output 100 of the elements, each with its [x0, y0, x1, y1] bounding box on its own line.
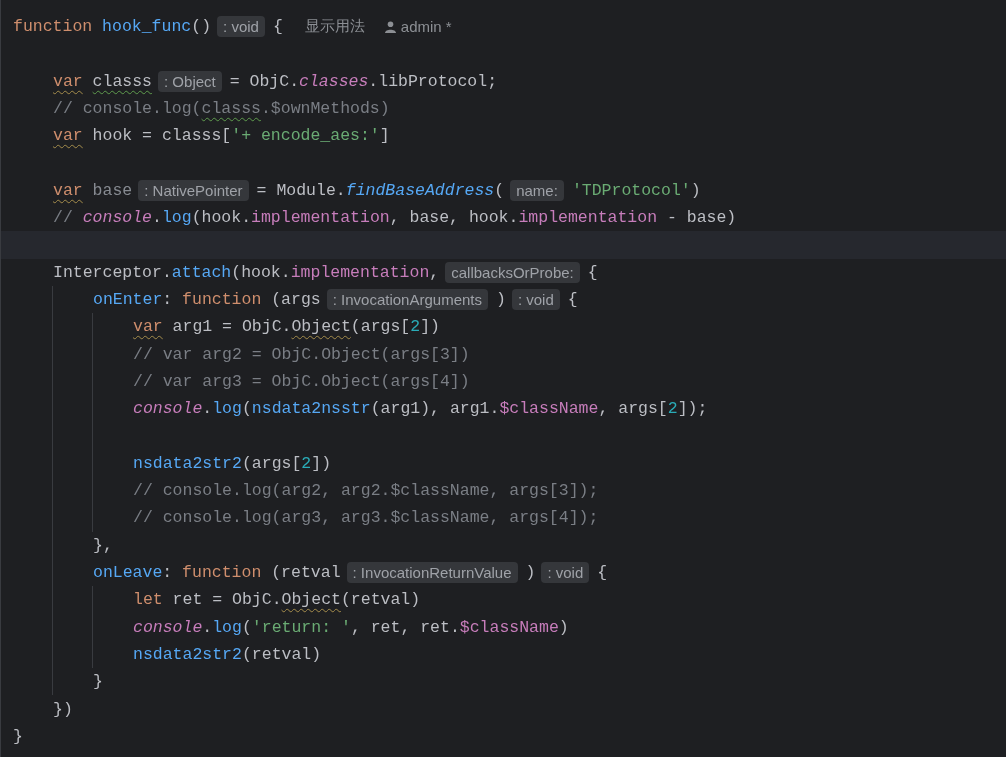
inlay-hint: : Object	[158, 70, 222, 92]
code-text: ])	[311, 453, 332, 473]
code-text: .	[202, 617, 213, 637]
code-text: (arg1), arg1.	[370, 399, 500, 419]
property-name: $className	[459, 617, 559, 637]
keyword: var	[53, 180, 83, 200]
keyword: var	[133, 317, 163, 337]
code-text: Interceptor.	[53, 262, 172, 282]
code-text: (	[494, 180, 505, 200]
code-text: }	[13, 726, 23, 746]
keyword: var	[53, 126, 83, 146]
inlay-hint: : InvocationArguments	[326, 289, 488, 311]
code-text: {	[587, 262, 598, 282]
code-text: = ObjC.	[229, 71, 300, 91]
code-text: , base, hook.	[389, 208, 519, 228]
code-comment: // console.log(arg2, arg2.$className, args[3]);	[133, 481, 599, 501]
code-text: )	[690, 180, 701, 200]
function-name: onLeave	[93, 563, 163, 583]
property-name: $className	[499, 399, 599, 419]
function-name: nsdata2str2	[133, 644, 242, 664]
inlay-hint: : void	[511, 289, 560, 311]
keyword: let	[133, 590, 163, 610]
code-text: ()	[191, 17, 212, 37]
string-literal: 'return: '	[251, 617, 351, 637]
code-text: {	[597, 563, 608, 583]
unused-variable: base	[92, 180, 133, 200]
code-comment: // console.log(	[53, 99, 202, 119]
code-text: {	[567, 290, 578, 310]
code-comment: //	[53, 208, 73, 228]
function-name: log	[212, 399, 242, 419]
code-text: (retval)	[241, 644, 322, 664]
inlay-hint: : void	[217, 16, 265, 38]
function-name: nsdata2nsstr	[251, 399, 371, 419]
function-name: log	[212, 617, 242, 637]
keyword: function	[182, 290, 262, 310]
code-text: )	[525, 563, 536, 583]
code-text: (	[241, 617, 252, 637]
code-text: },	[93, 535, 113, 555]
code-text: Object	[291, 317, 351, 337]
code-text: classs	[92, 71, 153, 91]
code-text: .libProtocol;	[368, 71, 498, 91]
inlay-hint: : InvocationReturnValue	[346, 562, 518, 584]
code-text: ret = ObjC.	[172, 590, 282, 610]
person-icon	[384, 20, 396, 33]
code-text: (retval)	[340, 590, 421, 610]
function-name: findBaseAddress	[345, 180, 495, 200]
property-name: implementation	[251, 208, 390, 228]
property-name: console	[133, 399, 203, 419]
code-text: (retval	[271, 563, 341, 583]
function-name: hook_func	[102, 17, 192, 37]
usage-hint[interactable]: 显示用法	[304, 17, 365, 37]
code-text: , args[	[598, 399, 668, 419]
code-text: ])	[420, 317, 440, 337]
string-literal: '+ encode_aes:'	[231, 126, 380, 146]
code-text: )	[558, 617, 569, 637]
inlay-hint: name:	[510, 179, 564, 201]
code-text: )	[496, 290, 506, 310]
code-text: arg1 = ObjC.	[172, 317, 292, 337]
code-text: :	[162, 563, 173, 583]
keyword: var	[53, 71, 83, 91]
code-text: ]);	[677, 399, 708, 419]
function-name: nsdata2str2	[133, 453, 242, 473]
code-comment: // var arg2 = ObjC.Object(args[3])	[133, 344, 470, 364]
code-text: (hook.	[231, 262, 291, 282]
code-text: })	[53, 699, 73, 719]
code-text: (	[241, 399, 252, 419]
code-text: Object	[281, 590, 341, 610]
code-text: {	[272, 17, 283, 37]
function-name: attach	[171, 262, 232, 282]
property-name: classes	[299, 71, 369, 91]
inlay-hint: callbacksOrProbe:	[445, 261, 580, 283]
code-text: - base)	[665, 208, 737, 228]
code-text: (args	[271, 290, 321, 310]
number-literal: 2	[667, 399, 678, 419]
code-text: .	[152, 208, 162, 228]
inlay-hint: : void	[541, 562, 590, 584]
code-text: (hook.	[191, 208, 252, 228]
function-name: log	[161, 208, 192, 228]
code-comment: // console.log(arg3, arg3.$className, args[4]);	[133, 508, 599, 528]
code-text: = Module.	[256, 180, 346, 200]
keyword: function	[182, 563, 262, 583]
function-name: onEnter	[93, 290, 163, 310]
code-text: .	[202, 399, 213, 419]
code-text: ]	[379, 126, 390, 146]
property-name: implementation	[518, 208, 658, 228]
author-name: admin *	[400, 18, 452, 36]
code-text: (args[	[350, 317, 411, 337]
code-text: }	[93, 672, 103, 692]
string-literal: 'TDProtocol'	[571, 180, 691, 200]
number-literal: 2	[301, 453, 312, 473]
keyword: function	[13, 17, 93, 37]
code-text: :	[162, 290, 173, 310]
inlay-hint: : NativePointer	[138, 179, 249, 201]
code-comment: classs	[201, 99, 261, 119]
property-name: console	[82, 208, 152, 228]
code-comment: .$ownMethods)	[260, 99, 390, 119]
code-comment: // var arg3 = ObjC.Object(args[4])	[133, 372, 470, 391]
number-literal: 2	[410, 317, 421, 337]
author-hint[interactable]: admin *	[384, 18, 452, 36]
code-text: hook = classs[	[92, 126, 232, 146]
